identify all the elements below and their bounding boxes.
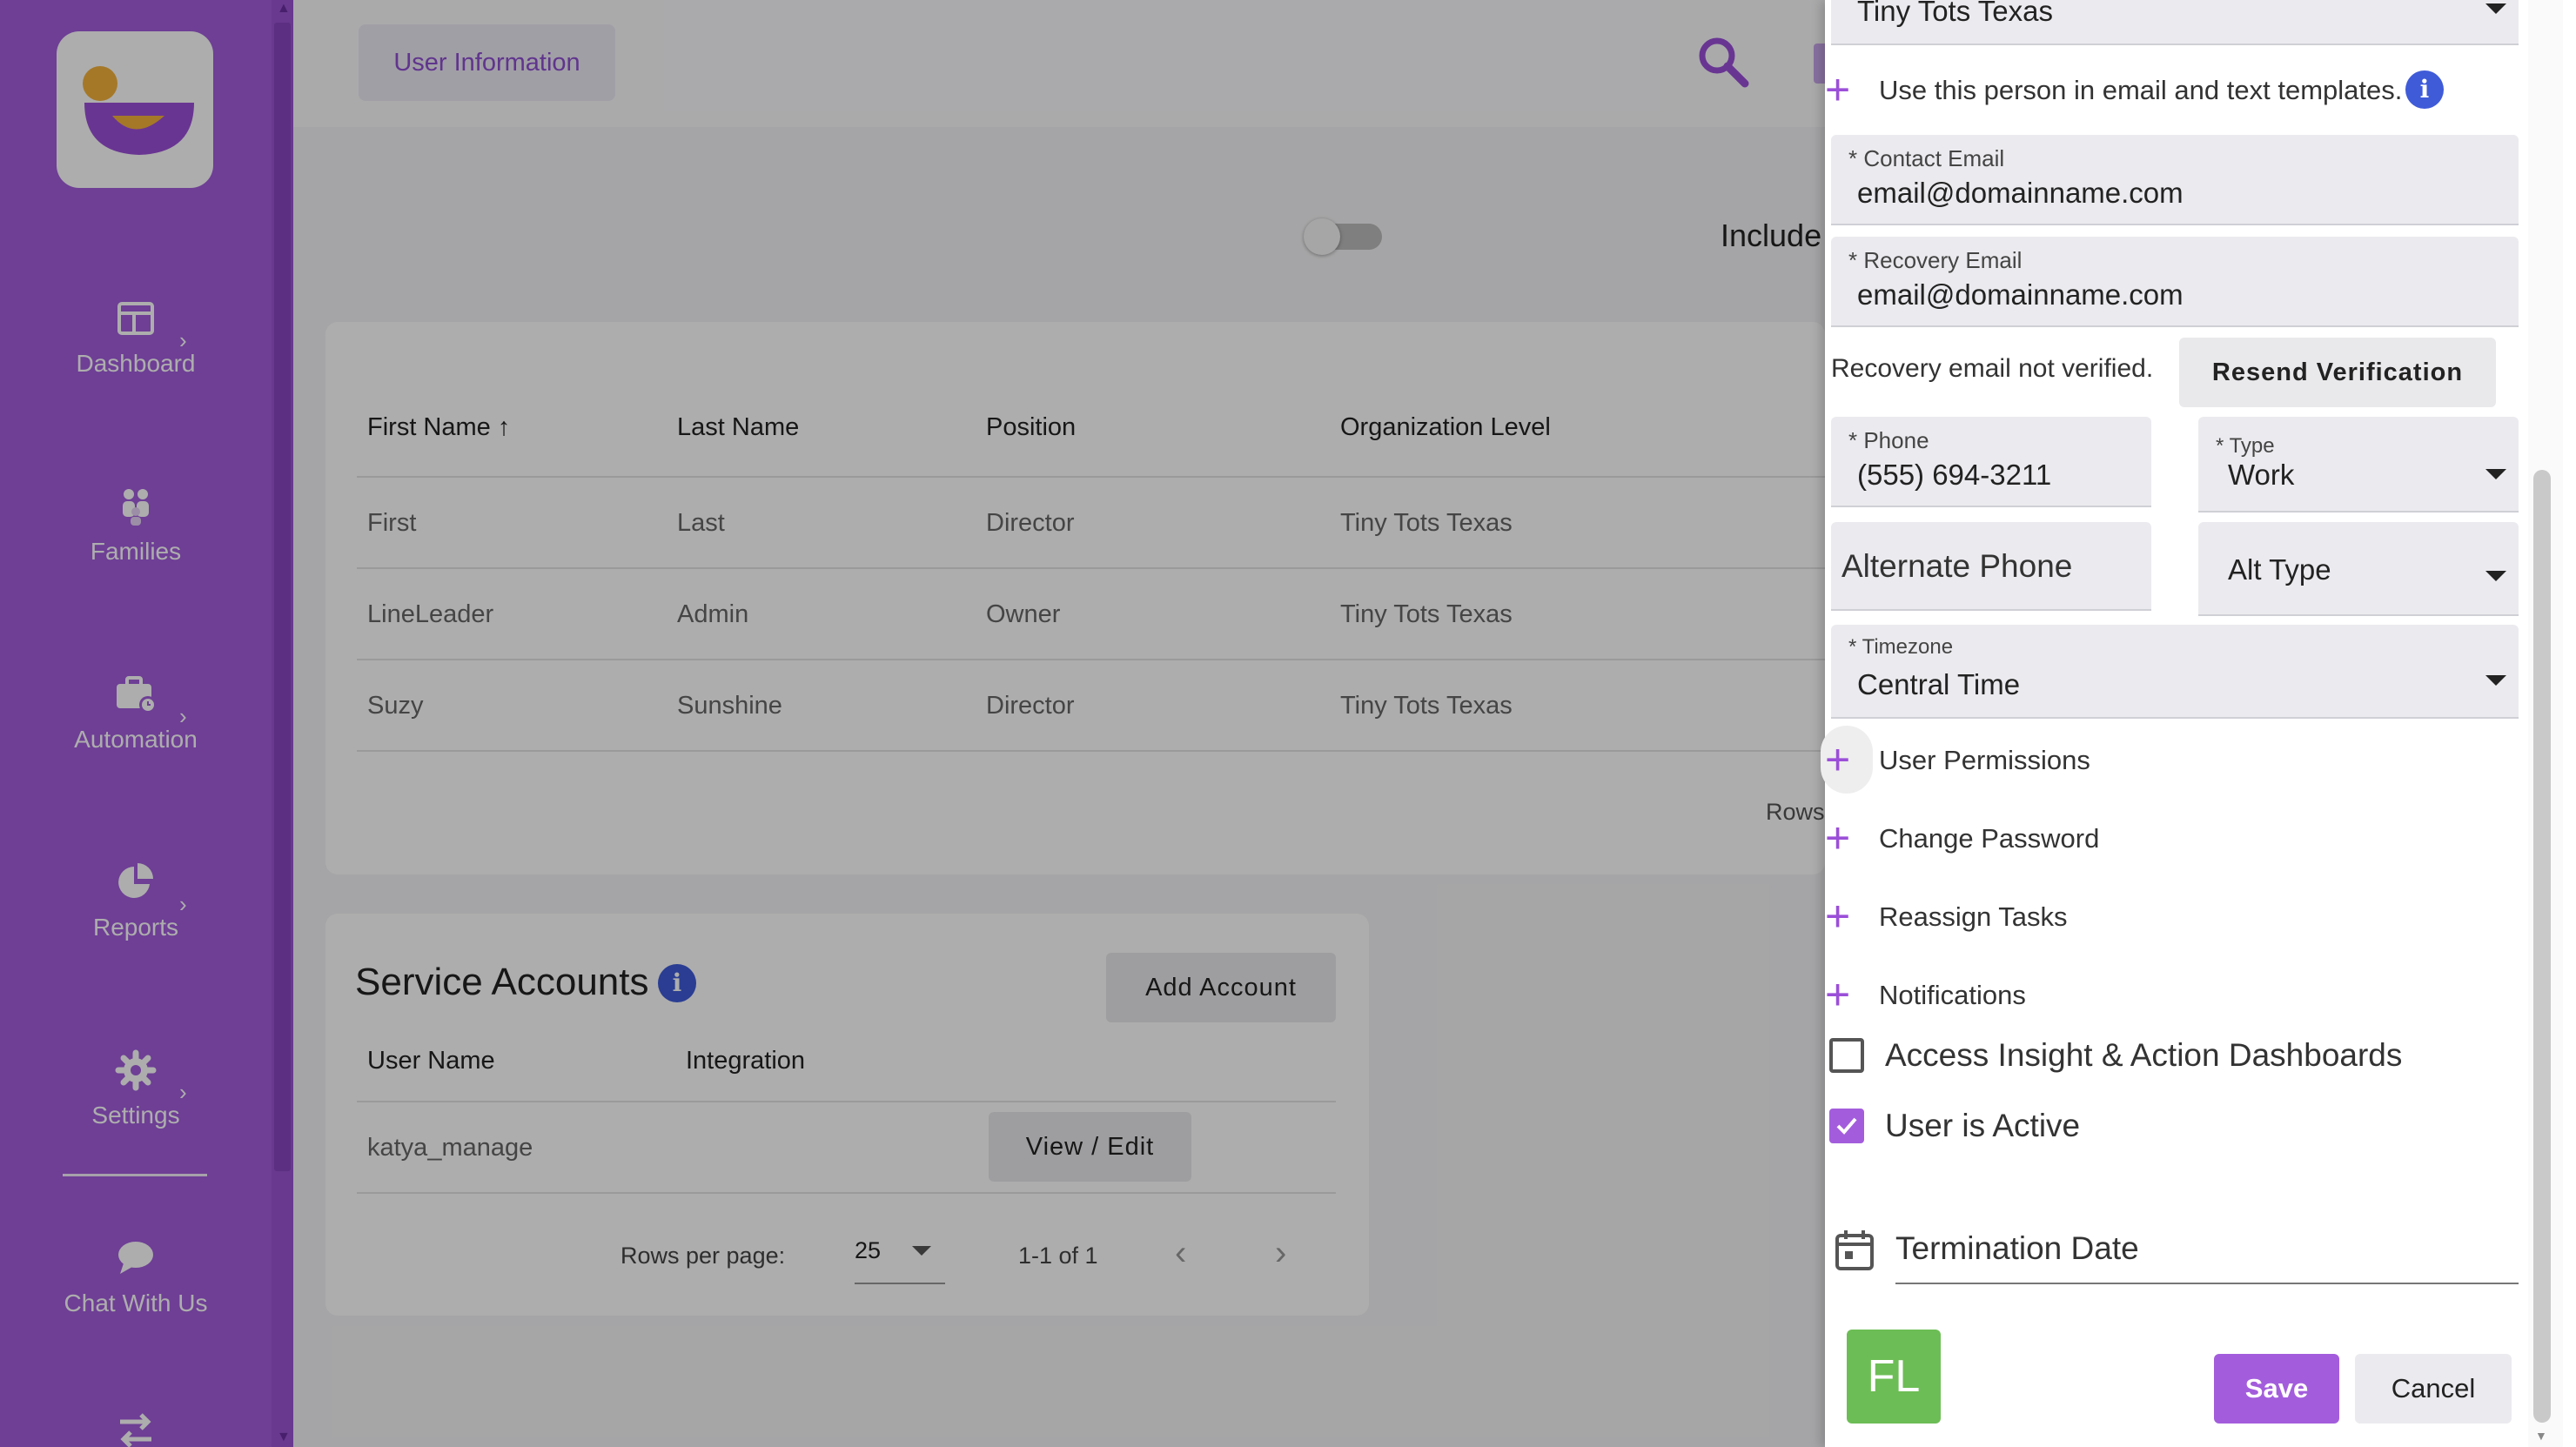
drawer-scroll-thumb[interactable] [2533,470,2551,1423]
contact-email-label: * Contact Email [1848,145,2005,171]
cancel-button[interactable]: Cancel [2355,1354,2512,1424]
organization-value: Tiny Tots Texas [1857,0,2053,27]
termination-date-placeholder: Termination Date [1895,1230,2139,1266]
resend-verification-button[interactable]: Resend Verification [2179,338,2496,407]
phone-type-value: Work [2228,459,2295,491]
plus-icon: + [1825,970,1851,1019]
contact-email-value: email@domainname.com [1857,177,2184,209]
timezone-value: Central Time [1857,668,2021,700]
plus-icon: + [1825,814,1851,862]
avatar: FL [1847,1330,1941,1424]
dropdown-caret-icon [2485,469,2506,479]
phone-field[interactable]: * Phone (555) 694-3211 [1831,417,2151,507]
save-button[interactable]: Save [2214,1354,2339,1424]
recovery-status-text: Recovery email not verified. [1831,354,2154,383]
section-label: Reassign Tasks [1879,901,2068,932]
alt-type-select[interactable]: Alt Type [2198,522,2519,616]
phone-label: * Phone [1848,427,1929,453]
section-reassign-tasks[interactable]: + Reassign Tasks [1825,894,2260,947]
drawer-scrollbar[interactable]: ▼ [2528,0,2563,1447]
alt-type-placeholder: Alt Type [2228,553,2331,586]
user-active-checkbox[interactable] [1829,1109,1864,1143]
plus-icon: + [1825,735,1851,784]
calendar-icon[interactable] [1835,1229,1875,1272]
dropdown-caret-icon [2485,571,2506,581]
plus-icon: + [1825,65,1851,114]
recovery-email-label: * Recovery Email [1848,247,2023,273]
organization-select[interactable]: Tiny Tots Texas [1831,0,2519,45]
section-label: Change Password [1879,823,2100,854]
alternate-phone-placeholder: Alternate Phone [1841,548,2073,584]
timezone-select[interactable]: * Timezone Central Time [1831,625,2519,719]
access-dashboards-label: Access Insight & Action Dashboards [1885,1037,2403,1073]
recovery-email-field[interactable]: * Recovery Email email@domainname.com [1831,237,2519,327]
alternate-phone-field[interactable]: Alternate Phone [1831,522,2151,611]
info-icon[interactable]: i [2405,70,2444,109]
timezone-label: * Timezone [1848,635,1954,659]
user-active-label: User is Active [1885,1108,2081,1143]
access-dashboards-checkbox[interactable] [1829,1038,1864,1073]
plus-icon: + [1825,892,1851,941]
checkmark-icon [1836,1117,1857,1135]
section-label: Notifications [1879,980,2026,1010]
dropdown-caret-icon [2485,675,2506,686]
use-in-templates-label: Use this person in email and text templa… [1879,75,2403,105]
scroll-down-arrow-icon[interactable]: ▼ [2535,1429,2547,1443]
recovery-email-value: email@domainname.com [1857,278,2184,311]
section-user-permissions[interactable]: + User Permissions [1825,738,2260,790]
phone-value: (555) 694-3211 [1857,459,2052,491]
section-label: User Permissions [1879,745,2090,775]
phone-type-select[interactable]: * Type Work [2198,417,2519,512]
dropdown-caret-icon [2485,3,2506,14]
section-notifications[interactable]: + Notifications [1825,973,2260,1025]
modal-backdrop[interactable] [0,0,1825,1447]
phone-type-label: * Type [2216,434,2275,458]
section-change-password[interactable]: + Change Password [1825,816,2260,868]
contact-email-field[interactable]: * Contact Email email@domainname.com [1831,135,2519,225]
termination-date-field[interactable]: Termination Date [1895,1218,2519,1284]
